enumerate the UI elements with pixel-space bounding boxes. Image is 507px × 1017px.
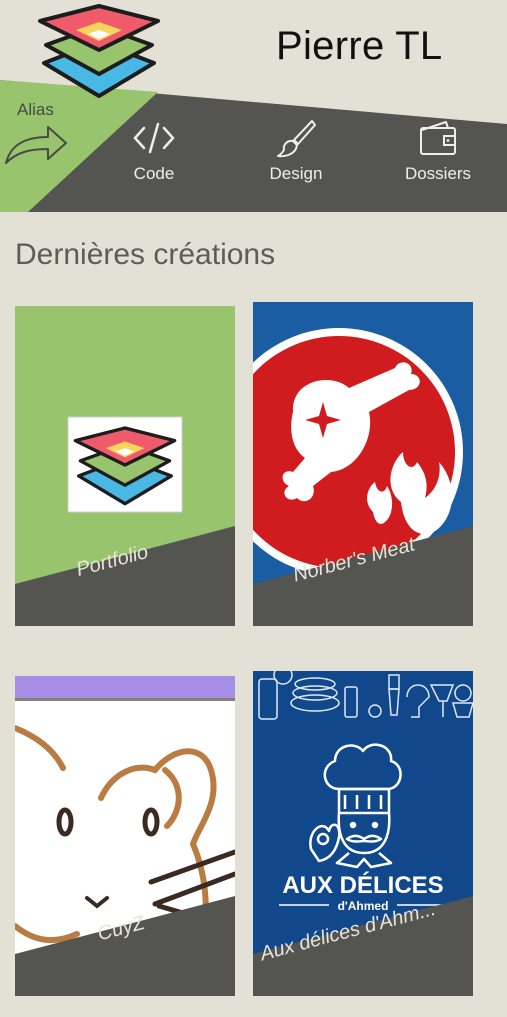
header: Pierre TL Alias Code Design Dossiers: [0, 0, 507, 212]
brush-icon: [277, 120, 316, 158]
card-aux-delices[interactable]: AUX DÉLICES d'Ahmed Aux délices d'Ahm...: [253, 671, 473, 996]
logo-icon: [38, 4, 160, 98]
nav-dossiers[interactable]: Dossiers: [383, 118, 493, 198]
section-title: Dernières créations: [15, 238, 276, 271]
code-icon: [133, 122, 175, 154]
card-norbers-meat[interactable]: Norber's Meat: [253, 302, 473, 626]
card-caption: CuyZ: [95, 911, 148, 946]
nav-dossiers-label: Dossiers: [404, 164, 472, 183]
card-caption: Portfolio: [74, 540, 151, 581]
nav-design[interactable]: Design: [241, 118, 351, 198]
page-title: Pierre TL: [276, 24, 443, 68]
card-caption: Norber's Meat: [290, 533, 418, 587]
share-arrow-icon[interactable]: [4, 121, 68, 167]
alias-label[interactable]: Alias: [17, 100, 54, 120]
card-cuyz[interactable]: CuyZ: [15, 676, 235, 996]
card-portfolio[interactable]: Portfolio: [15, 306, 235, 626]
nav-design-label: Design: [269, 164, 323, 183]
nav-code-label: Code: [133, 164, 175, 183]
wallet-icon: [420, 121, 456, 155]
nav-code[interactable]: Code: [99, 118, 209, 198]
